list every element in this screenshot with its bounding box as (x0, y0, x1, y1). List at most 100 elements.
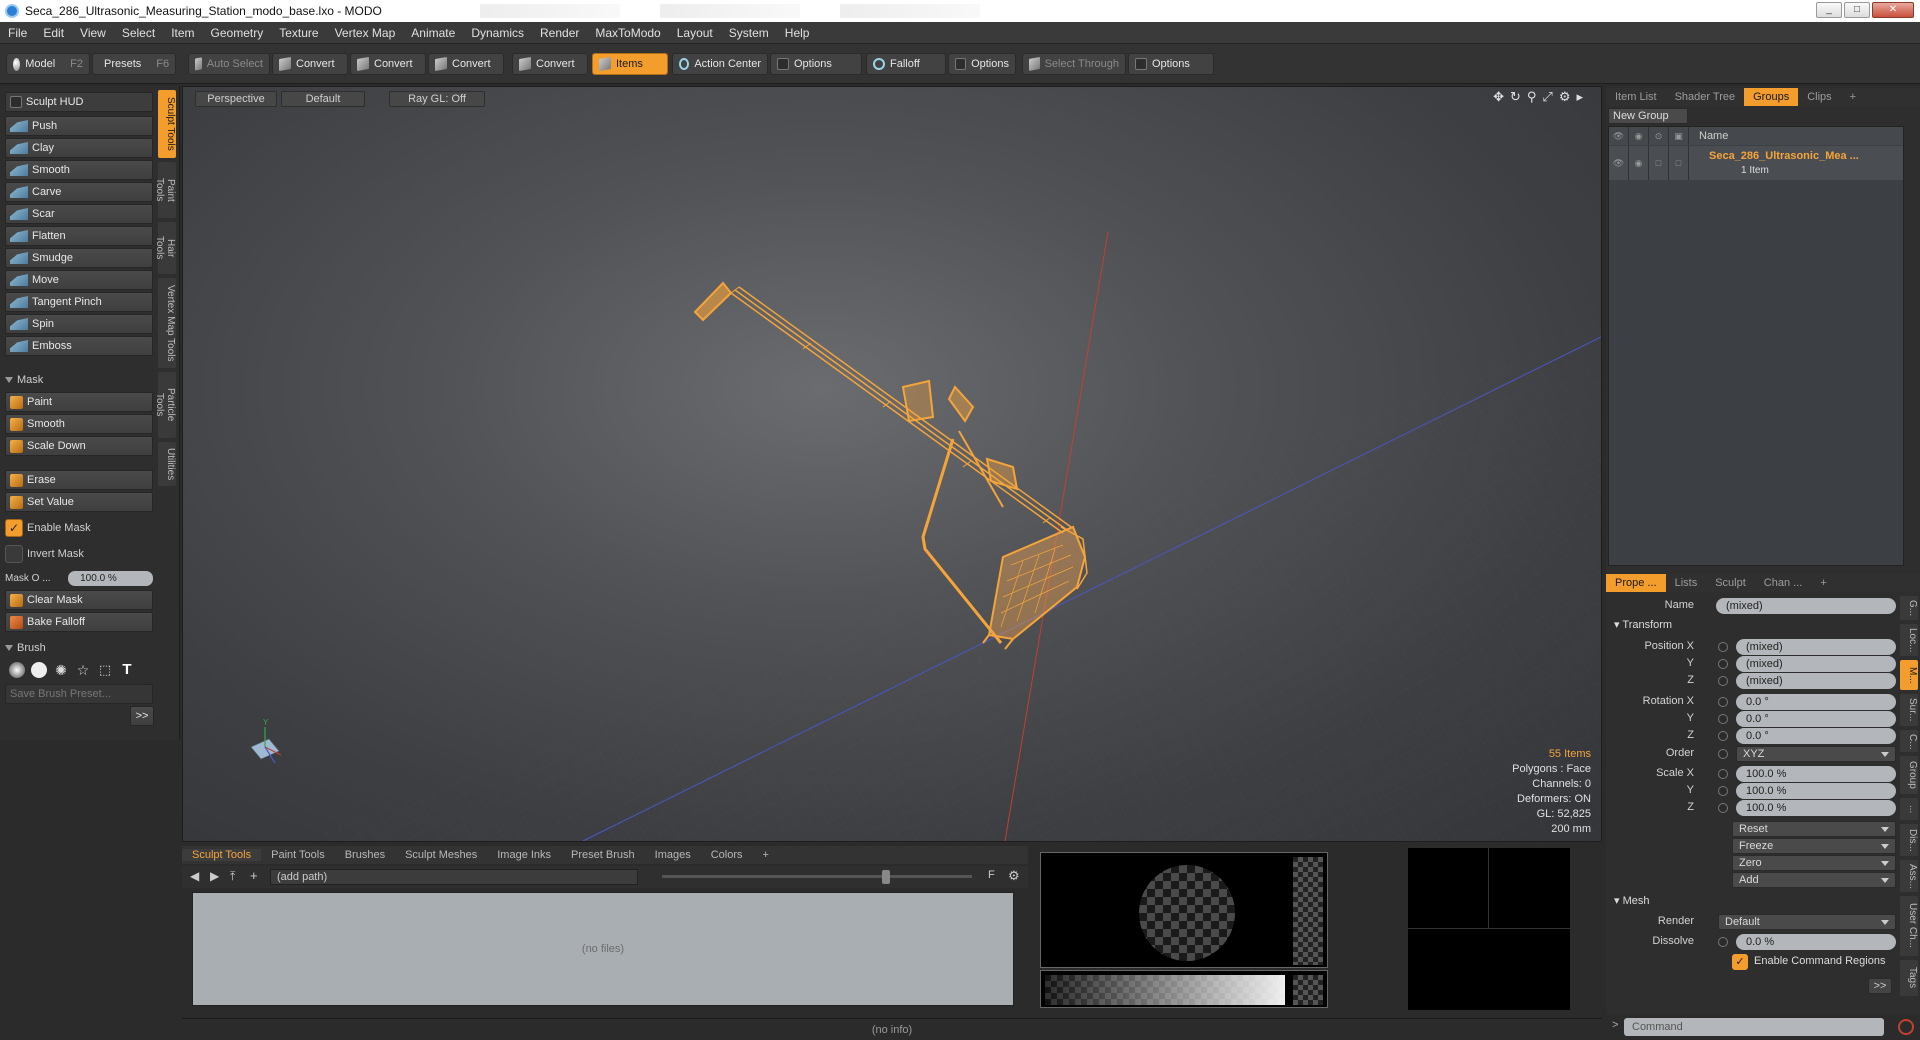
groups-list[interactable]: 👁 ◉ ⊙ ▣ Name 👁 ◉ □ □ Seca_286_Ultrasonic… (1608, 126, 1904, 566)
menu-system[interactable]: System (721, 26, 777, 40)
tab-properties[interactable]: Prope ... (1606, 574, 1666, 592)
tab-images[interactable]: Images (645, 849, 701, 861)
select-column-icon[interactable]: ▣ (1669, 127, 1689, 145)
tab-lists[interactable]: Lists (1666, 574, 1707, 592)
vtab-vertex-map-tools[interactable]: Vertex Map Tools (158, 278, 176, 368)
zero-dropdown[interactable]: Zero (1732, 855, 1896, 871)
save-brush-preset-button[interactable]: Save Brush Preset... (5, 684, 153, 704)
text-brush-icon[interactable]: T (119, 662, 135, 678)
reset-dropdown[interactable]: Reset (1732, 821, 1896, 837)
erase-button[interactable]: Erase (5, 470, 153, 490)
lock-toggle-icon[interactable]: □ (1649, 146, 1669, 180)
tool-push[interactable]: Push (5, 116, 153, 136)
keyframe-dot[interactable] (1718, 697, 1728, 707)
keyframe-dot[interactable] (1718, 714, 1728, 724)
splat-brush-icon[interactable]: ✺ (53, 662, 69, 678)
star-brush-icon[interactable]: ☆ (75, 662, 91, 678)
soft-brush-icon[interactable] (9, 662, 25, 678)
menu-geometry[interactable]: Geometry (203, 26, 272, 40)
order-dropdown[interactable]: XYZ (1736, 746, 1896, 762)
rotation-x-field[interactable]: 0.0 ° (1736, 694, 1896, 710)
group-name[interactable]: Seca_286_Ultrasonic_Mea ... (1709, 150, 1859, 162)
path-dropdown[interactable]: (add path) (270, 869, 638, 885)
tab-channels[interactable]: Chan ... (1755, 574, 1812, 592)
vtab-c[interactable]: C... (1900, 730, 1918, 752)
menu-render[interactable]: Render (532, 26, 587, 40)
brush-section-header[interactable]: Brush (5, 640, 153, 656)
clear-mask-button[interactable]: Clear Mask (5, 590, 153, 610)
back-arrow-icon[interactable]: ◀ (190, 869, 199, 883)
add-tab-button[interactable]: + (1841, 88, 1865, 106)
vtab-g[interactable]: G... (1900, 596, 1918, 620)
maximize-button[interactable]: □ (1844, 2, 1870, 18)
action-center-button[interactable]: Action Center (672, 53, 768, 75)
freeze-dropdown[interactable]: Freeze (1732, 838, 1896, 854)
invert-mask-checkbox[interactable] (5, 545, 23, 563)
scale-z-field[interactable]: 100.0 % (1736, 800, 1896, 816)
keyframe-dot[interactable] (1718, 676, 1728, 686)
tool-scar[interactable]: Scar (5, 204, 153, 224)
transform-section-header[interactable]: ▾ Transform (1614, 618, 1914, 634)
menu-texture[interactable]: Texture (271, 26, 326, 40)
tool-tangent-pinch[interactable]: Tangent Pinch (5, 292, 153, 312)
lock-column-icon[interactable]: ⊙ (1649, 127, 1669, 145)
menu-view[interactable]: View (72, 26, 114, 40)
name-column-header[interactable]: Name (1689, 130, 1728, 142)
visibility-column-icon[interactable]: 👁 (1609, 127, 1629, 145)
menu-file[interactable]: File (0, 26, 35, 40)
tab-brushes[interactable]: Brushes (335, 849, 395, 861)
add-path-icon[interactable]: + (250, 868, 258, 883)
tool-emboss[interactable]: Emboss (5, 336, 153, 356)
mesh-section-header[interactable]: ▾ Mesh (1614, 894, 1914, 910)
tab-sculpt-tools[interactable]: Sculpt Tools (182, 849, 262, 861)
tab-colors[interactable]: Colors (701, 849, 753, 861)
more-button[interactable]: >> (130, 706, 154, 726)
render-column-icon[interactable]: ◉ (1629, 127, 1649, 145)
tab-sculpt[interactable]: Sculpt (1706, 574, 1755, 592)
visibility-toggle-icon[interactable]: 👁 (1609, 146, 1629, 180)
file-browser-area[interactable]: (no files) (192, 892, 1014, 1006)
minimize-button[interactable]: _ (1816, 2, 1842, 18)
keyframe-dot[interactable] (1718, 642, 1728, 652)
scale-x-field[interactable]: 100.0 % (1736, 766, 1896, 782)
set-value-button[interactable]: Set Value (5, 492, 153, 512)
hard-brush-icon[interactable] (31, 662, 47, 678)
mask-opacity-field[interactable]: 100.0 % (68, 570, 153, 586)
vtab-utilities[interactable]: Utilities (158, 442, 176, 486)
vtab-particle-tools[interactable]: Particle Tools (154, 372, 176, 438)
tool-move[interactable]: Move (5, 270, 153, 290)
keyframe-dot[interactable] (1718, 937, 1728, 947)
vtab-surface[interactable]: Sur... (1900, 694, 1918, 726)
dissolve-field[interactable]: 0.0 % (1736, 934, 1896, 950)
mask-smooth-button[interactable]: Smooth (5, 414, 153, 434)
scale-y-field[interactable]: 100.0 % (1736, 783, 1896, 799)
record-icon[interactable] (1898, 1019, 1914, 1035)
add-dropdown[interactable]: Add (1732, 872, 1896, 888)
tab-clips[interactable]: Clips (1798, 88, 1840, 106)
items-mode-button[interactable]: Items (592, 53, 668, 75)
invert-mask-row[interactable]: Invert Mask (5, 544, 153, 564)
keyframe-dot[interactable] (1718, 731, 1728, 741)
tab-image-inks[interactable]: Image Inks (487, 849, 561, 861)
new-group-button[interactable]: New Group (1608, 108, 1688, 124)
vtab-sculpt-tools[interactable]: Sculpt Tools (158, 90, 176, 158)
sculpt-hud-button[interactable]: Sculpt HUD (5, 92, 153, 112)
vtab-more[interactable]: ... (1900, 798, 1918, 820)
convert-materials-button[interactable]: Convert (512, 53, 588, 75)
command-input[interactable]: Command (1624, 1018, 1884, 1036)
mask-scale-down-button[interactable]: Scale Down (5, 436, 153, 456)
menu-layout[interactable]: Layout (669, 26, 721, 40)
menu-vertex-map[interactable]: Vertex Map (327, 26, 404, 40)
menu-animate[interactable]: Animate (403, 26, 463, 40)
browser-settings-icon[interactable]: ⚙ (1008, 868, 1020, 884)
menu-help[interactable]: Help (777, 26, 818, 40)
thumbnail-size-slider[interactable] (662, 875, 972, 878)
select-through-button[interactable]: Select Through (1022, 53, 1126, 75)
menu-item[interactable]: Item (163, 26, 202, 40)
tool-flatten[interactable]: Flatten (5, 226, 153, 246)
vtab-display[interactable]: Dis... (1900, 824, 1918, 856)
mask-paint-button[interactable]: Paint (5, 392, 153, 412)
name-field[interactable]: (mixed) (1716, 598, 1896, 614)
position-z-field[interactable]: (mixed) (1736, 673, 1896, 689)
select-options-button[interactable]: Options (1128, 53, 1214, 75)
